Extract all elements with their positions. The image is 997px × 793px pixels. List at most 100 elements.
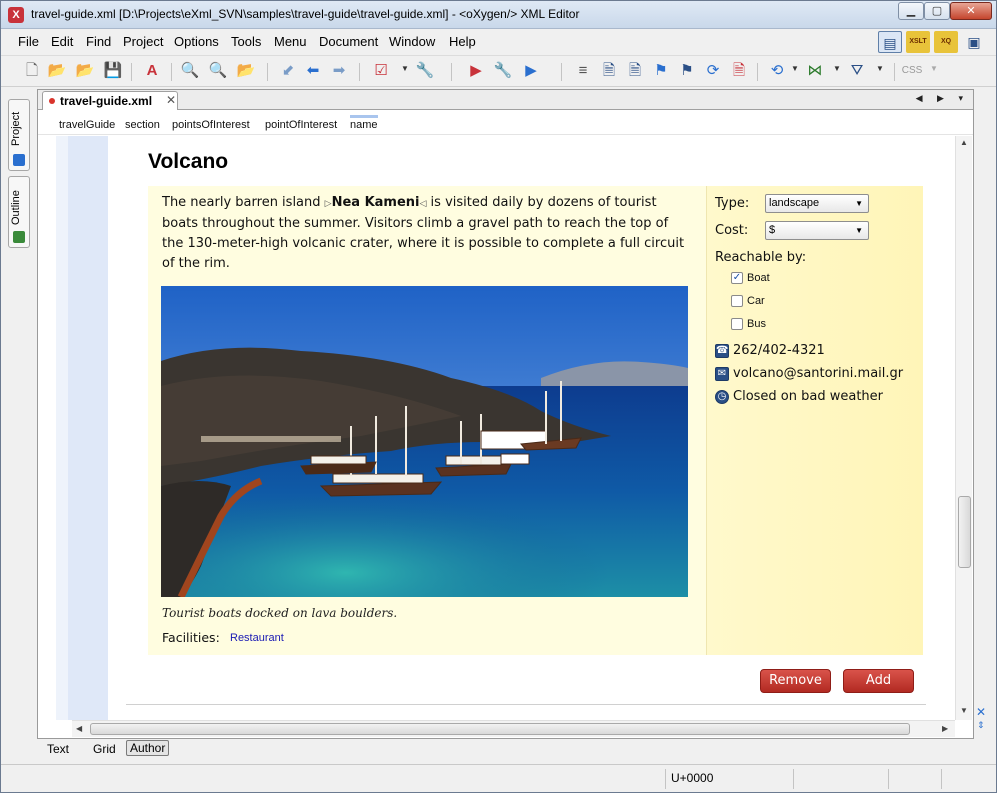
menu-find[interactable]: Find bbox=[86, 34, 111, 49]
validate-dropdown-icon[interactable]: ▼ bbox=[401, 64, 409, 73]
scroll-right-icon[interactable]: ▶ bbox=[942, 724, 948, 733]
back-to-edit-icon[interactable]: ⬋ bbox=[278, 61, 298, 81]
volcano-photo[interactable] bbox=[161, 286, 688, 597]
tourist-boats-image bbox=[161, 286, 688, 597]
vertical-scroll-thumb[interactable] bbox=[958, 496, 971, 568]
tree-icon[interactable]: ⚑ bbox=[651, 61, 671, 81]
spell-check-icon[interactable]: A bbox=[142, 61, 162, 81]
remove-button[interactable]: Remove bbox=[760, 669, 831, 693]
xquery-debugger-icon[interactable]: XQ bbox=[934, 31, 958, 53]
menu-edit[interactable]: Edit bbox=[51, 34, 73, 49]
open-url-icon[interactable]: 📂 bbox=[75, 61, 95, 81]
menu-project[interactable]: Project bbox=[123, 34, 163, 49]
type-select[interactable]: landscape ▼ bbox=[765, 194, 869, 213]
breadcrumb-section[interactable]: section bbox=[125, 119, 160, 131]
grid-mode-tab[interactable]: Grid bbox=[90, 742, 119, 756]
chevron-down-icon: ▼ bbox=[855, 226, 863, 235]
type-label: Type: bbox=[715, 196, 750, 211]
phone-number[interactable]: 262/402-4321 bbox=[733, 343, 825, 358]
close-tab-icon[interactable]: ✕ bbox=[166, 93, 176, 107]
menu-file[interactable]: File bbox=[18, 34, 39, 49]
car-checkbox[interactable] bbox=[731, 295, 743, 307]
minimize-button[interactable]: ▁ bbox=[898, 2, 924, 20]
diff-icon[interactable]: ⋈ bbox=[805, 61, 825, 81]
xslt-debugger-icon[interactable]: XSLT bbox=[906, 31, 930, 53]
sync-icon[interactable]: ⟲ bbox=[767, 61, 787, 81]
open-folder-icon[interactable]: 📂 bbox=[47, 61, 67, 81]
new-document-icon[interactable]: 🗋 bbox=[22, 61, 42, 81]
vertical-scrollbar[interactable]: ▲ ▼ bbox=[955, 136, 972, 720]
menu-document[interactable]: Document bbox=[319, 34, 378, 49]
text-mode-tab[interactable]: Text bbox=[44, 742, 72, 756]
project-view-tab[interactable]: Project bbox=[8, 99, 30, 171]
filter-dropdown-icon[interactable]: ▼ bbox=[876, 64, 884, 73]
schema-icon[interactable]: 🗎 bbox=[599, 61, 619, 81]
validate-icon[interactable]: ☑ bbox=[371, 61, 391, 81]
boat-checkbox[interactable]: ✓ bbox=[731, 272, 743, 284]
diff-dropdown-icon[interactable]: ▼ bbox=[833, 64, 841, 73]
forward-icon[interactable]: ➡ bbox=[329, 61, 349, 81]
email-address[interactable]: volcano@santorini.mail.gr bbox=[733, 366, 903, 381]
menu-options[interactable]: Options bbox=[174, 34, 219, 49]
transform-scenarios-icon[interactable]: ▶ bbox=[521, 61, 541, 81]
xpath-icon[interactable]: 🗎 bbox=[625, 61, 645, 81]
scroll-left-icon[interactable]: ◀ bbox=[76, 724, 82, 733]
menu-menu[interactable]: Menu bbox=[274, 34, 307, 49]
project-icon bbox=[13, 154, 25, 166]
right-strip: ✕ ⇕ bbox=[974, 701, 996, 741]
menu-help[interactable]: Help bbox=[449, 34, 476, 49]
horizontal-scroll-thumb[interactable] bbox=[90, 723, 910, 735]
modified-indicator-icon bbox=[49, 98, 55, 104]
reachable-label: Reachable by: bbox=[715, 250, 807, 265]
refactor-icon[interactable]: ⚑ bbox=[677, 61, 697, 81]
format-indent-icon[interactable]: ≡ bbox=[573, 61, 593, 81]
apply-transform-icon[interactable]: ▶ bbox=[466, 61, 486, 81]
menu-tools[interactable]: Tools bbox=[231, 34, 261, 49]
outline-tab-label: Outline bbox=[10, 190, 22, 225]
back-icon[interactable]: ⬅ bbox=[303, 61, 323, 81]
poi-description[interactable]: The nearly barren island ▷Nea Kameni◁ is… bbox=[162, 193, 692, 274]
find-in-files-icon[interactable]: 🔍 bbox=[208, 61, 228, 81]
poi-name[interactable]: Volcano bbox=[148, 150, 228, 174]
find-icon[interactable]: 🔍 bbox=[180, 61, 200, 81]
image-caption[interactable]: Tourist boats docked on lava boulders. bbox=[162, 606, 397, 620]
menu-window[interactable]: Window bbox=[389, 34, 435, 49]
email-icon: ✉ bbox=[715, 367, 729, 381]
css-selector[interactable]: CSS bbox=[899, 61, 925, 81]
facilities-label: Facilities: bbox=[162, 630, 220, 645]
editor-perspective-icon[interactable]: ▤ bbox=[878, 31, 902, 53]
point-of-interest-box: The nearly barren island ▷Nea Kameni◁ is… bbox=[148, 186, 923, 655]
close-all-icon[interactable]: ✕ bbox=[976, 705, 986, 719]
sync-dropdown-icon[interactable]: ▼ bbox=[791, 64, 799, 73]
scroll-down-icon[interactable]: ▼ bbox=[960, 706, 968, 715]
filter-icon[interactable]: ⛛ bbox=[847, 61, 867, 81]
add-button[interactable]: Add bbox=[843, 669, 914, 693]
maximize-button[interactable]: ▢ bbox=[924, 2, 950, 20]
author-mode-tab[interactable]: Author bbox=[126, 740, 170, 756]
outline-view-tab[interactable]: Outline bbox=[8, 176, 30, 248]
breadcrumb-travelguide[interactable]: travelGuide bbox=[59, 119, 115, 131]
opening-hours[interactable]: Closed on bad weather bbox=[733, 389, 883, 404]
editor-area: travel-guide.xml ✕ ◀ ▶ ▾ travelGuide sec… bbox=[37, 89, 974, 739]
status-bar: U+0000 bbox=[1, 764, 996, 792]
document-tab[interactable]: travel-guide.xml ✕ bbox=[42, 91, 178, 110]
document-info-icon[interactable]: 🗎 bbox=[729, 61, 749, 81]
open-find-icon[interactable]: 📂 bbox=[236, 61, 256, 81]
database-perspective-icon[interactable]: ▣ bbox=[962, 31, 986, 53]
refresh-icon[interactable]: ⟳ bbox=[703, 61, 723, 81]
configure-transform-icon[interactable]: 🔧 bbox=[493, 61, 513, 81]
save-icon[interactable]: 💾 bbox=[103, 61, 123, 81]
css-dropdown-icon[interactable]: ▼ bbox=[930, 64, 938, 73]
cost-select[interactable]: $ ▼ bbox=[765, 221, 869, 240]
facility-restaurant-link[interactable]: Restaurant bbox=[230, 632, 284, 644]
bus-checkbox[interactable] bbox=[731, 318, 743, 330]
configure-validation-icon[interactable]: 🔧 bbox=[415, 61, 435, 81]
breadcrumb-name[interactable]: name bbox=[350, 115, 378, 131]
close-window-button[interactable]: ✕ bbox=[950, 2, 992, 20]
scroll-up-icon[interactable]: ▲ bbox=[960, 138, 968, 147]
tab-navigation-icons[interactable]: ◀ ▶ ▾ bbox=[916, 93, 969, 104]
scroll-lock-icon[interactable]: ⇕ bbox=[977, 720, 985, 731]
breadcrumb-pointofinterest[interactable]: pointOfInterest bbox=[265, 119, 337, 131]
breadcrumb-pointsofinterest[interactable]: pointsOfInterest bbox=[172, 119, 250, 131]
horizontal-scrollbar[interactable]: ◀ ▶ bbox=[72, 720, 955, 737]
